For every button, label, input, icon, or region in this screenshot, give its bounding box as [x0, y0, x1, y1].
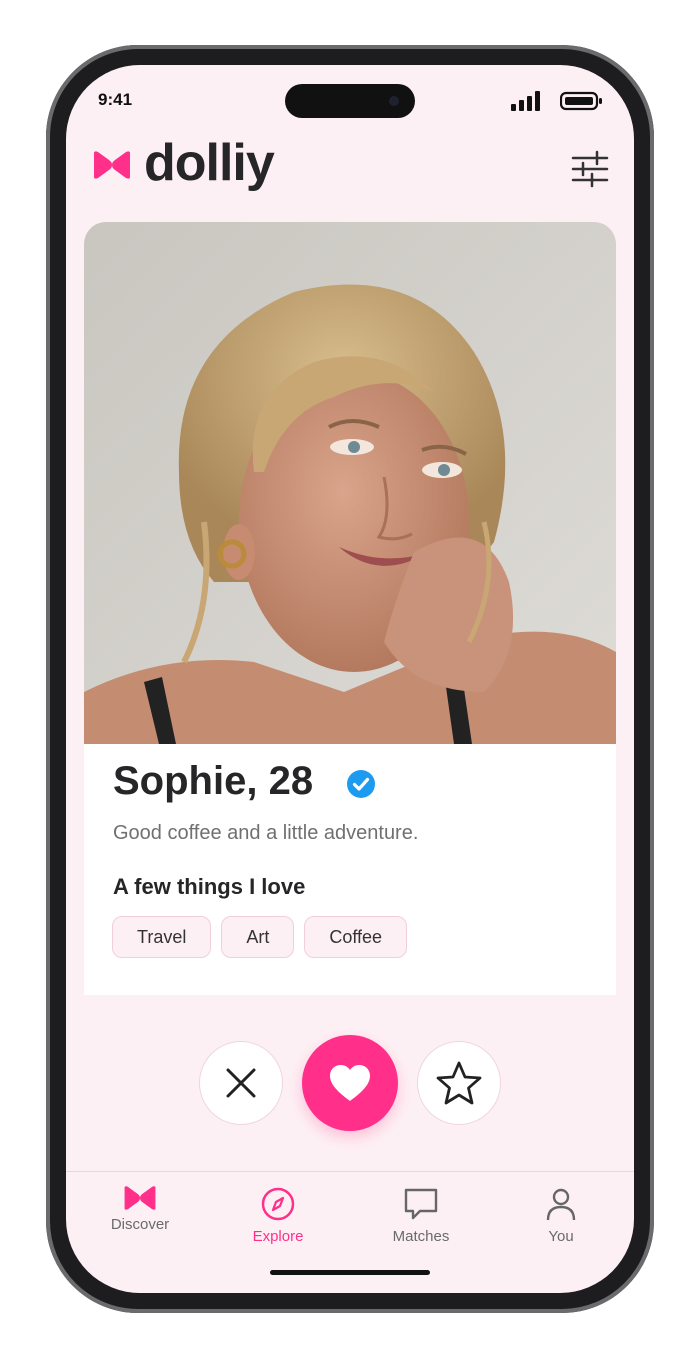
brand-logo-text: dolliy: [144, 134, 275, 192]
tab-matches[interactable]: Matches: [361, 1186, 481, 1245]
tab-label: Matches: [392, 1228, 450, 1245]
bowtie-logo-icon: [94, 151, 130, 179]
verified-badge-icon: [347, 770, 375, 798]
person-icon: [546, 1188, 576, 1221]
battery-icon: [560, 91, 602, 111]
tab-label: Explore: [252, 1228, 304, 1245]
profile-photo: [84, 222, 616, 744]
bowtie-icon: [124, 1186, 156, 1210]
app-screen: 9:41 dolliy Sophie, 28 Good coffee and a…: [66, 65, 634, 1293]
interests-heading: A few things I love: [113, 874, 306, 899]
heart-icon: [330, 1065, 370, 1101]
superlike-button[interactable]: [417, 1041, 501, 1125]
interest-chip[interactable]: Coffee: [304, 916, 408, 958]
interest-chips: Travel Art Coffee: [112, 916, 408, 958]
tab-discover[interactable]: Discover: [80, 1186, 200, 1233]
x-icon: [226, 1068, 256, 1098]
signal-icon: [511, 91, 540, 111]
tab-explore[interactable]: Explore: [218, 1186, 338, 1245]
interest-chip[interactable]: Travel: [112, 916, 212, 958]
pass-button[interactable]: [199, 1041, 283, 1125]
status-time: 9:41: [98, 90, 133, 109]
profile-bio: Good coffee and a little adventure.: [113, 822, 419, 844]
like-button[interactable]: [302, 1035, 398, 1131]
tab-you[interactable]: You: [501, 1186, 621, 1245]
compass-icon: [261, 1187, 295, 1221]
star-icon: [436, 1061, 482, 1105]
profile-card[interactable]: Sophie, 28 Good coffee and a little adve…: [84, 222, 616, 995]
home-indicator[interactable]: [270, 1270, 430, 1275]
interest-chip[interactable]: Art: [221, 916, 295, 958]
tab-label: Discover: [110, 1216, 170, 1233]
camera-dot: [389, 96, 399, 106]
tab-label: You: [548, 1228, 574, 1245]
sliders-icon[interactable]: [570, 149, 610, 189]
profile-name-age: Sophie, 28: [113, 759, 314, 803]
chat-bubble-icon: [404, 1188, 438, 1220]
dynamic-island: [285, 84, 415, 118]
